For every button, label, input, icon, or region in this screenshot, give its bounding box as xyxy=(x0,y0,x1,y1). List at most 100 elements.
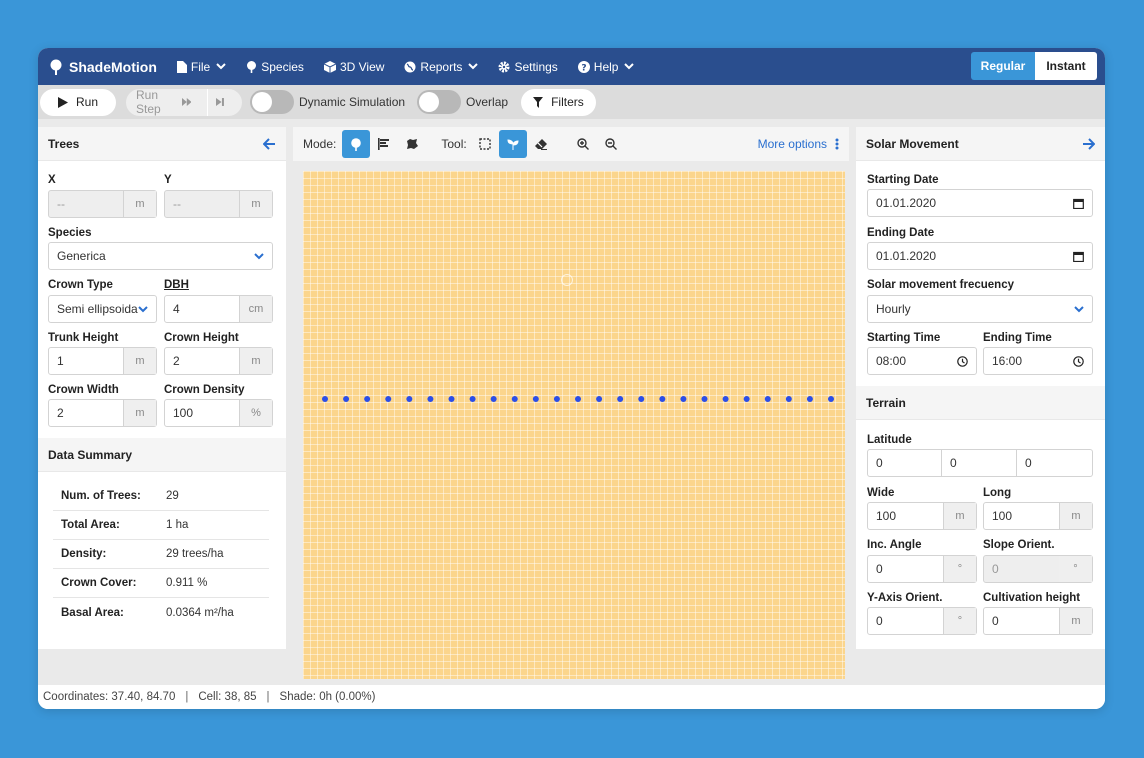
ending-date-input[interactable]: 01.01.2020 xyxy=(867,242,1093,270)
mode-flag-button[interactable] xyxy=(370,130,398,158)
tree-marker[interactable] xyxy=(322,396,328,402)
dbh-input[interactable]: 4 cm xyxy=(164,295,273,323)
tree-marker[interactable] xyxy=(469,396,476,402)
mode-tree-button[interactable] xyxy=(342,130,371,158)
instant-mode-button[interactable]: Instant xyxy=(1035,52,1097,80)
tree-marker[interactable] xyxy=(385,396,392,402)
arrow-left-icon[interactable] xyxy=(263,137,276,150)
shade-readout: Shade: 0h (0.00%) xyxy=(279,691,376,703)
crown-width-value: 2 xyxy=(57,406,64,420)
tool-eraser-button[interactable] xyxy=(527,130,555,158)
run-button[interactable]: Run xyxy=(40,88,116,116)
tree-marker[interactable] xyxy=(596,396,603,402)
tree-marker[interactable] xyxy=(806,396,813,402)
latitude-degrees-input[interactable]: 0 xyxy=(867,449,942,477)
tree-marker[interactable] xyxy=(364,396,371,402)
divider xyxy=(207,88,209,116)
tree-marker[interactable] xyxy=(427,396,434,402)
tree-marker[interactable] xyxy=(722,396,729,402)
tree-marker[interactable] xyxy=(575,396,581,402)
tool-select-button[interactable] xyxy=(471,130,499,158)
brand[interactable]: ShadeMotion xyxy=(48,59,157,75)
latitude-minutes-input[interactable]: 0 xyxy=(942,449,1017,477)
tree-marker[interactable] xyxy=(617,396,624,402)
data-summary-title: Data Summary xyxy=(48,447,133,462)
trees-panel-header: Trees xyxy=(38,127,286,161)
tree-marker[interactable] xyxy=(406,396,413,402)
tree-marker[interactable] xyxy=(680,396,687,402)
tree-marker[interactable] xyxy=(490,396,497,402)
starting-date-input[interactable]: 01.01.2020 xyxy=(867,189,1093,217)
nav-settings[interactable]: Settings xyxy=(498,59,558,74)
zoom-in-button[interactable] xyxy=(569,130,597,158)
navbar: ShadeMotion File Species 3D View Reports… xyxy=(38,48,1105,85)
cultivation-height-input[interactable]: 0 m xyxy=(983,607,1093,635)
species-label: Species xyxy=(48,227,92,239)
wide-input[interactable]: 100 m xyxy=(867,502,977,530)
nav-reports[interactable]: Reports xyxy=(404,60,479,74)
filter-icon xyxy=(533,96,544,108)
planting-grid[interactable] xyxy=(303,171,845,679)
summary-key: Basal Area: xyxy=(61,606,124,619)
frequency-select[interactable]: Hourly xyxy=(867,295,1093,323)
inc-angle-input[interactable]: 0 ° xyxy=(867,555,977,583)
tree-marker[interactable] xyxy=(659,396,666,402)
overlap-toggle[interactable] xyxy=(417,90,462,114)
trunk-height-input[interactable]: 1 m xyxy=(48,347,157,375)
x-input[interactable]: -- m xyxy=(48,190,157,218)
dynamic-simulation-toggle[interactable] xyxy=(250,90,294,114)
tree-marker[interactable] xyxy=(532,396,539,402)
trees-panel: Trees X Y -- m -- m Species Generica Cro… xyxy=(38,127,286,649)
zoom-out-button[interactable] xyxy=(597,130,625,158)
tree-marker[interactable] xyxy=(701,396,708,402)
more-options-link[interactable]: More options xyxy=(758,137,839,151)
file-icon xyxy=(176,60,187,73)
tree-marker[interactable] xyxy=(764,396,771,402)
crown-type-select[interactable]: Semi ellipsoidal xyxy=(48,295,157,323)
ending-time-input[interactable]: 16:00 xyxy=(983,347,1093,375)
x-label: X xyxy=(48,174,56,186)
nav-settings-label: Settings xyxy=(514,59,558,74)
y-axis-orient-input[interactable]: 0 ° xyxy=(867,607,977,635)
run-step-button[interactable]: Run Step xyxy=(126,88,242,116)
tree-marker[interactable] xyxy=(553,396,560,402)
tree-marker[interactable] xyxy=(638,396,645,402)
crown-height-input[interactable]: 2 m xyxy=(164,347,273,375)
nav-species[interactable]: Species xyxy=(246,60,304,74)
latitude-seconds-input[interactable]: 0 xyxy=(1017,449,1093,477)
filters-button[interactable]: Filters xyxy=(521,88,596,116)
wide-label: Wide xyxy=(867,487,895,499)
tool-plant-button[interactable] xyxy=(498,130,527,158)
tree-marker[interactable] xyxy=(343,396,350,402)
summary-key: Num. of Trees: xyxy=(61,490,141,502)
crown-type-label: Crown Type xyxy=(48,279,113,291)
long-input[interactable]: 100 m xyxy=(983,502,1093,530)
tree-marker[interactable] xyxy=(828,396,834,402)
tree-marker[interactable] xyxy=(448,396,455,402)
chevron-down-icon xyxy=(138,305,148,312)
dbh-label: DBH xyxy=(164,279,189,291)
nav-file[interactable]: File xyxy=(176,60,226,74)
tree-marker[interactable] xyxy=(743,396,750,402)
canvas-toolbar: Mode: Tool: More options xyxy=(293,127,849,161)
long-unit: m xyxy=(1059,503,1092,529)
species-select[interactable]: Generica xyxy=(48,242,273,270)
starting-time-input[interactable]: 08:00 xyxy=(867,347,977,375)
nav-help[interactable]: ? Help xyxy=(577,60,635,74)
tree-marker[interactable] xyxy=(785,396,792,402)
regular-mode-button[interactable]: Regular xyxy=(971,52,1035,80)
trunk-height-unit: m xyxy=(123,348,156,374)
y-input[interactable]: -- m xyxy=(164,190,273,218)
dbh-unit: cm xyxy=(239,296,272,322)
mode-region-button[interactable] xyxy=(398,130,426,158)
crown-width-input[interactable]: 2 m xyxy=(48,399,157,427)
separator: | xyxy=(185,691,189,703)
nav-3d-view[interactable]: 3D View xyxy=(323,60,384,74)
slope-orient-input[interactable]: 0 ° xyxy=(983,555,1093,583)
summary-key: Crown Cover: xyxy=(61,577,137,589)
arrow-right-icon[interactable] xyxy=(1082,137,1095,150)
step-forward-icon[interactable] xyxy=(216,97,224,107)
crown-density-input[interactable]: 100 % xyxy=(164,399,273,427)
tree-marker[interactable] xyxy=(511,396,518,402)
long-label: Long xyxy=(983,487,1012,499)
